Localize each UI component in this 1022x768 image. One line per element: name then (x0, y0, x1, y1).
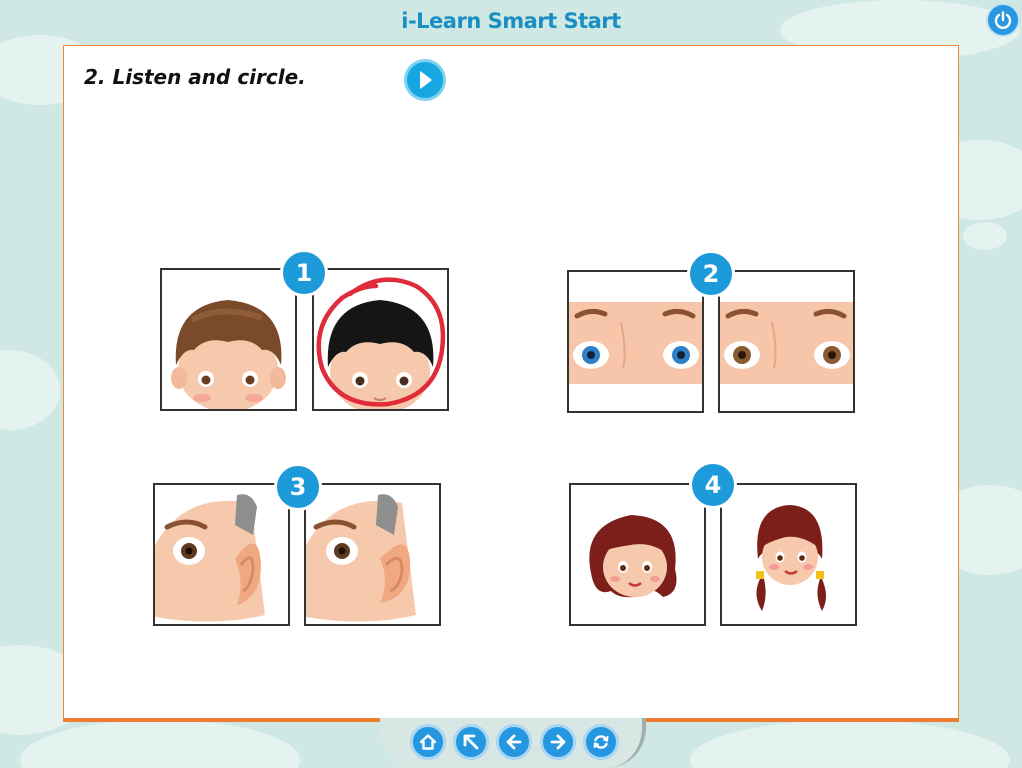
play-icon (420, 71, 432, 89)
reload-icon (593, 735, 609, 749)
arrow-up-left-icon (463, 734, 479, 750)
app-title: i-Learn Smart Start (401, 9, 621, 33)
girl-short-hair-image (589, 515, 677, 598)
blue-eyes-image (569, 302, 702, 384)
item-4-option-1[interactable] (569, 483, 706, 626)
item-3-number-badge: 3 (274, 463, 322, 511)
small-ear-image (306, 494, 416, 622)
back-button[interactable] (496, 724, 532, 760)
item-4-number-badge: 4 (689, 461, 737, 509)
forward-button[interactable] (540, 724, 576, 760)
item-1-option-1[interactable] (160, 268, 297, 411)
boy-brown-hair-image (171, 300, 286, 409)
big-ear-image (155, 494, 265, 622)
play-audio-button[interactable] (404, 59, 446, 101)
power-button[interactable] (986, 3, 1020, 37)
arrow-left-icon (506, 734, 522, 750)
pointer-button[interactable] (453, 724, 489, 760)
girl-pigtails-image (756, 505, 826, 611)
reload-button[interactable] (583, 724, 619, 760)
brown-eyes-image (720, 302, 853, 384)
item-2-option-2[interactable] (718, 270, 855, 413)
home-button[interactable] (410, 724, 446, 760)
item-3-option-1[interactable] (153, 483, 290, 626)
item-4-option-2[interactable] (720, 483, 857, 626)
item-2-option-1[interactable] (567, 270, 704, 413)
item-2-number-badge: 2 (687, 250, 735, 298)
arrow-right-icon (550, 734, 566, 750)
power-icon (994, 11, 1012, 29)
exercise-instruction: 2. Listen and circle. (84, 65, 306, 89)
item-1-number-badge: 1 (280, 249, 328, 297)
item-3-option-2[interactable] (304, 483, 441, 626)
home-icon (419, 734, 437, 750)
selection-circle (316, 277, 446, 407)
